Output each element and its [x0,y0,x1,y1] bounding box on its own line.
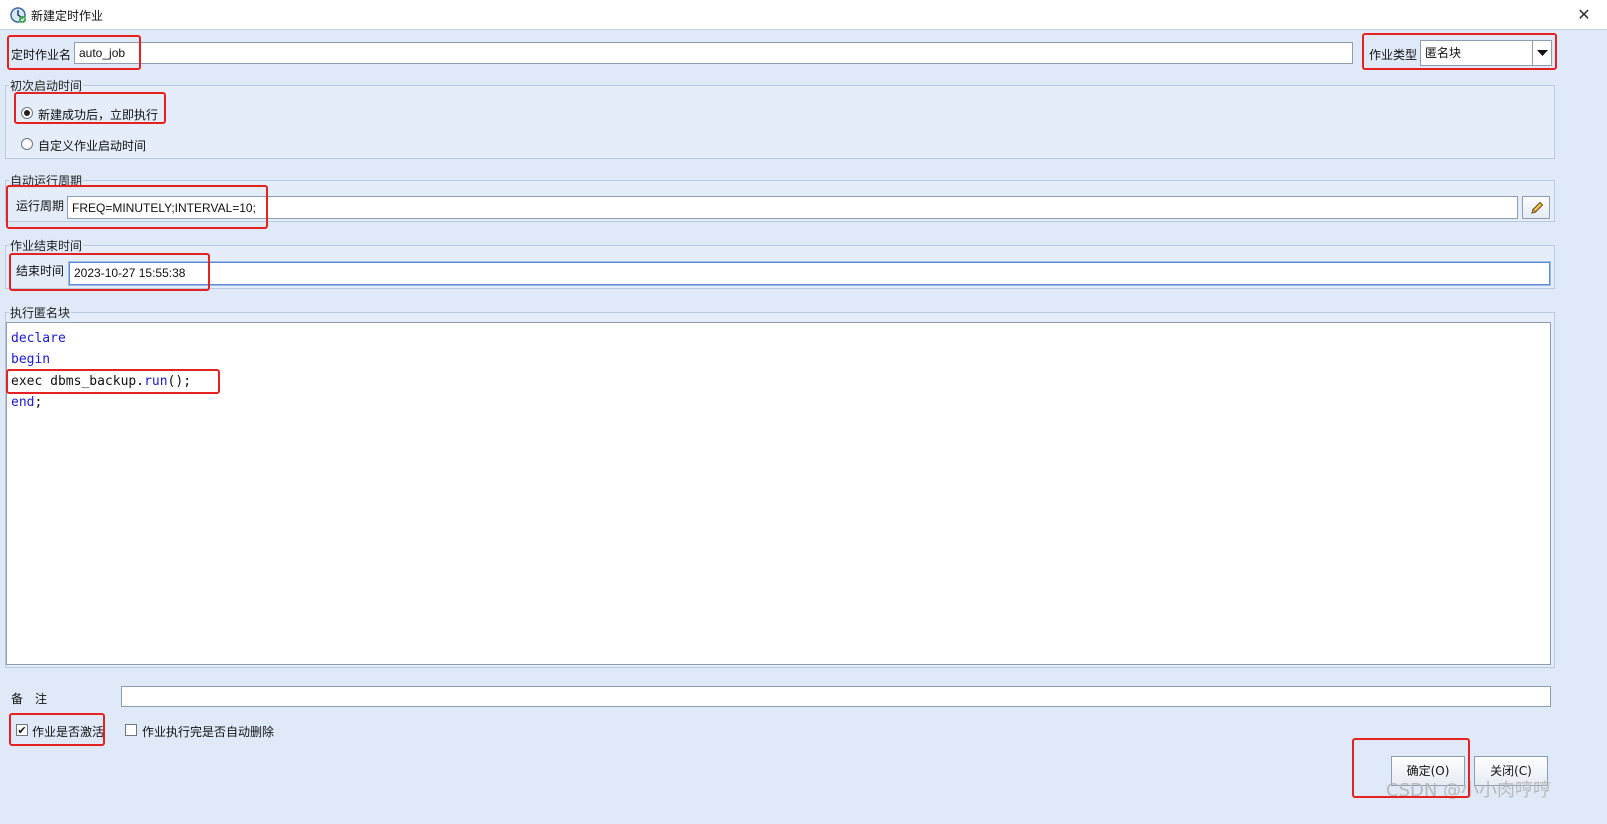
code-end-suffix: ; [34,395,43,410]
code-exec-prefix: exec dbms_backup. [11,374,145,389]
active-checkbox-label[interactable]: 作业是否激活 [32,723,104,740]
job-name-input[interactable]: auto_job [74,42,1353,64]
watermark-text: CSDN @小小肉哼哼 [1386,780,1552,801]
code-line-begin: begin [11,352,51,367]
radio-immediate-label[interactable]: 新建成功后，立即执行 [38,106,158,123]
end-time-label: 结束时间 [16,264,65,278]
anon-block-group-title: 执行匿名块 [9,304,72,321]
job-type-value: 匿名块 [1425,46,1462,60]
radio-custom-start-label[interactable]: 自定义作业启动时间 [38,137,146,154]
auto-run-group-title: 自动运行周期 [9,172,84,189]
end-time-input[interactable]: 2023-10-27 15:55:38 [69,262,1550,285]
job-name-label: 定时作业名 [11,48,72,62]
title-bar: 新建定时作业 ✕ [0,0,1607,30]
end-time-group-title: 作业结束时间 [9,237,84,254]
pencil-icon [1531,201,1544,214]
remark-input[interactable] [121,686,1551,707]
code-editor[interactable]: declare begin exec dbms_backup.run(); en… [6,322,1551,665]
window-title: 新建定时作业 [31,9,104,23]
code-line-declare: declare [11,331,66,346]
auto-delete-checkbox-label[interactable]: 作业执行完是否自动删除 [142,723,274,740]
code-line-end: end; [11,395,42,410]
job-type-label: 作业类型 [1369,48,1418,62]
code-exec-function: run [144,374,168,389]
scheduled-job-icon [10,7,26,23]
job-type-dropdown-button[interactable] [1532,41,1551,65]
run-period-input[interactable]: FREQ=MINUTELY;INTERVAL=10; [67,196,1518,219]
radio-custom-start[interactable] [21,138,33,150]
auto-delete-checkbox[interactable] [125,724,137,736]
first-start-group-title: 初次启动时间 [9,77,84,94]
run-period-label: 运行周期 [16,199,65,213]
close-icon[interactable]: ✕ [1572,4,1596,26]
remark-label: 备 注 [11,692,48,706]
chevron-down-icon [1537,50,1548,56]
radio-immediate[interactable] [21,107,33,119]
code-line-exec: exec dbms_backup.run(); [11,374,191,389]
code-exec-suffix: (); [167,374,192,389]
active-checkbox[interactable]: ✔ [16,724,28,736]
code-end-keyword: end [11,395,35,410]
edit-period-button[interactable] [1522,196,1550,219]
first-start-group [5,85,1555,159]
